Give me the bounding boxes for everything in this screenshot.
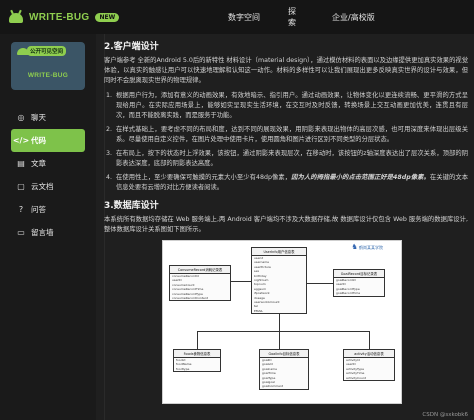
qa-icon: ? — [18, 205, 24, 214]
db-table-goalinfo: GoalInfo目标信息表 goalID goalsId goalname goalTi… — [259, 349, 309, 390]
list-item: 根据用户行为，添加有意义的动画效果，有效地暗示、指引用户。通过动画效果，让物体变… — [114, 91, 468, 121]
section-title-database-design: 3.数据库设计 — [104, 201, 159, 211]
list-item: 在样式基础上，要考虑不同的布局和度，达到不同的展现效果，用阴影来表现出物体的高层… — [114, 125, 468, 145]
sidebar-item-articles[interactable]: ▤ 文章 — [11, 152, 85, 175]
emphasized-text: 因为人的拇指最小的点击范围正好是48dp像素。 — [291, 174, 430, 181]
database-er-diagram: ♞ 鹤岗某某学院 UserInfo用户信息表 userid username user… — [162, 240, 402, 404]
relation-line — [197, 331, 369, 332]
sidebar-item-chat[interactable]: ◎ 聊天 — [11, 106, 85, 129]
top-navigation-bar: WRITE-BUG NEW 数字空间 探索 企业/高校版 — [0, 0, 474, 34]
section-intro: 客户端参考 全新的Android 5.0后的新特性 材料设计（material … — [104, 57, 468, 84]
article-content[interactable]: 2.客户端设计 客户端参考 全新的Android 5.0后的新特性 材料设计（m… — [104, 34, 468, 420]
sidebar-item-label: 代码 — [31, 136, 46, 145]
sidebar-item-code[interactable]: </> 代码 — [11, 129, 85, 152]
section-title-client-design: 2.客户端设计 — [104, 42, 159, 52]
sidebar-item-label: 问答 — [31, 205, 46, 214]
nav-digital-space[interactable]: 数字空间 — [228, 12, 260, 23]
relation-line — [197, 331, 198, 349]
sidebar-item-label: 聊天 — [31, 113, 46, 122]
left-sidebar: 公开可见空间 WRITE-BUG ◎ 聊天 </> 代码 ▤ 文章 ▢ 云文档 … — [0, 34, 96, 420]
relation-line — [231, 281, 251, 282]
db-table-field: foodtype — [176, 366, 190, 371]
sidebar-item-cloud-docs[interactable]: ▢ 云文档 — [11, 175, 85, 198]
article-icon: ▤ — [17, 159, 25, 168]
db-table-header: GoalRecord目标记录表 — [334, 270, 384, 278]
sidebar-item-qa[interactable]: ? 问答 — [11, 198, 85, 221]
code-icon: </> — [12, 136, 30, 145]
design-points-list: 根据用户行为，添加有意义的动画效果，有效地暗示、指引用户。通过动画效果，让物体变… — [114, 91, 468, 193]
space-card-title: WRITE-BUG — [27, 72, 69, 79]
db-table-activity: activity活动信息表 activityId userID activityTyp… — [343, 349, 395, 382]
db-table-header: GoalInfo目标信息表 — [260, 350, 308, 358]
sidebar-item-label: 文章 — [31, 159, 46, 168]
android-robot-icon — [8, 9, 24, 24]
db-table-foods: Foods食物信息表 foodid foodName foodtype — [173, 349, 221, 373]
cloud-doc-icon: ▢ — [17, 182, 25, 191]
db-table-field: activityCount — [346, 375, 366, 380]
space-card[interactable]: 公开可见空间 WRITE-BUG — [11, 42, 85, 90]
new-badge: NEW — [95, 12, 120, 22]
db-table-consume-record: ConsumeRecord消耗记录表 consumeRecordId userID c… — [169, 265, 231, 302]
relation-line — [369, 331, 370, 349]
relation-line — [307, 283, 333, 284]
message-wall-icon: ▭ — [17, 228, 25, 237]
brand-name: WRITE-BUG — [29, 11, 90, 23]
chat-icon: ◎ — [17, 113, 25, 122]
db-table-header: UserInfo用户信息表 — [252, 248, 306, 256]
sidebar-item-label: 云文档 — [31, 182, 54, 191]
db-table-header: Foods食物信息表 — [174, 350, 220, 358]
db-table-userinfo: UserInfo用户信息表 userid username userPicture se… — [251, 247, 307, 315]
sidebar-item-message-wall[interactable]: ▭ 留言墙 — [11, 221, 85, 244]
diagram-watermark: ♞ 鹤岗某某学院 — [351, 243, 383, 251]
main-nav: 数字空间 探索 企业/高校版 — [228, 0, 375, 34]
db-table-field: goalRecordTime — [336, 291, 361, 296]
section-intro: 本系统所有数据均存储在 Web 服务端上,两 Android 客户端均不涉及大数… — [104, 216, 468, 233]
db-table-field: goalComment — [262, 384, 284, 389]
nav-explore[interactable]: 探索 — [288, 6, 296, 28]
brand-logo[interactable]: WRITE-BUG NEW — [8, 9, 120, 24]
db-table-header: ConsumeRecord消耗记录表 — [170, 266, 230, 274]
nav-enterprise[interactable]: 企业/高校版 — [332, 12, 375, 23]
db-table-goal-record: GoalRecord目标记录表 goalRecordId userID goalRec… — [333, 269, 385, 297]
sidebar-menu: ◎ 聊天 </> 代码 ▤ 文章 ▢ 云文档 ? 问答 ▭ 留言墙 — [11, 106, 85, 244]
db-table-field: consumeRecordContent — [172, 296, 208, 301]
csdn-credit: CSDN @sxkobk6 — [422, 412, 468, 418]
list-item: 在使用性上，至少要确保可触摸的元素大小至少有48dp像素，因为人的拇指最小的点击… — [114, 173, 468, 193]
db-table-header: activity活动信息表 — [344, 350, 394, 358]
list-item: 在布局上，按下的状态时上浮效果，该按钮，通过阴影来表现层次，在移动时，该按钮的z… — [114, 149, 468, 169]
visibility-pill: 公开可见空间 — [27, 46, 67, 56]
sidebar-item-label: 留言墙 — [31, 228, 54, 237]
list-item-text: 在使用性上，至少要确保可触摸的元素大小至少有48dp像素，因为人的拇指最小的点击… — [116, 174, 468, 191]
